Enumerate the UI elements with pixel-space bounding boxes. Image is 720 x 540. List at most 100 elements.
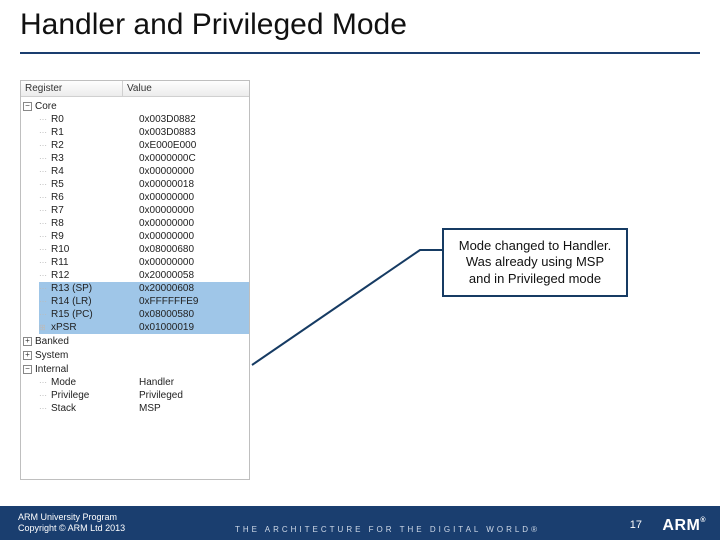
register-value: 0x00000000	[133, 231, 249, 242]
tree-tick-icon: ⋯	[39, 193, 47, 202]
internal-row[interactable]: ⋯StackMSP	[39, 402, 249, 415]
tree-tick-icon: ⋯	[39, 310, 47, 319]
col-header-register[interactable]: Register	[21, 81, 123, 96]
register-value: 0x08000580	[133, 309, 249, 320]
register-value: 0x00000000	[133, 192, 249, 203]
register-row[interactable]: ⋯R40x00000000	[39, 165, 249, 178]
tree-tick-icon: ⋯	[39, 297, 47, 306]
tree-tick-icon: ⋯	[39, 245, 47, 254]
page-number: 17	[630, 519, 642, 531]
tree-tick-icon: ⋯	[39, 141, 47, 150]
register-row[interactable]: ⋯R60x00000000	[39, 191, 249, 204]
register-value: 0x003D0882	[133, 114, 249, 125]
register-row[interactable]: ⋯R14 (LR)0xFFFFFFE9	[39, 295, 249, 308]
tree-tick-icon: ⋯	[39, 128, 47, 137]
tree-tick-icon: ⋯	[39, 378, 47, 387]
register-value: 0x08000680	[133, 244, 249, 255]
col-header-value[interactable]: Value	[123, 81, 249, 96]
register-row[interactable]: ⋯R100x08000680	[39, 243, 249, 256]
register-tree: − Core ⋯R00x003D0882⋯R10x003D0883⋯R20xE0…	[21, 97, 249, 415]
register-name: R10	[49, 244, 133, 255]
arm-logo-text: ARM	[662, 517, 700, 534]
register-row[interactable]: ⋯R90x00000000	[39, 230, 249, 243]
group-core-label: Core	[35, 101, 57, 112]
register-panel: Register Value − Core ⋯R00x003D0882⋯R10x…	[20, 80, 250, 480]
register-row[interactable]: ⋯R110x00000000	[39, 256, 249, 269]
register-value: 0xFFFFFFE9	[133, 296, 249, 307]
footer-line1: ARM University Program	[18, 512, 125, 523]
register-name: R9	[49, 231, 133, 242]
footer-line2: Copyright © ARM Ltd 2013	[18, 523, 125, 534]
group-system-label: System	[35, 350, 68, 361]
slide: Handler and Privileged Mode Register Val…	[0, 0, 720, 540]
register-name: R3	[49, 153, 133, 164]
internal-list: ⋯ModeHandler⋯PrivilegePrivileged⋯StackMS…	[21, 376, 249, 415]
panel-header: Register Value	[21, 81, 249, 97]
register-value: 0x00000000	[133, 257, 249, 268]
tree-tick-icon: ⋯	[39, 219, 47, 228]
register-name: R1	[49, 127, 133, 138]
plus-icon[interactable]: +	[23, 351, 32, 360]
group-internal[interactable]: − Internal	[21, 362, 249, 376]
callout-box: Mode changed to Handler. Was already usi…	[442, 228, 628, 297]
footer-bar: ARM University Program Copyright © ARM L…	[0, 506, 720, 540]
register-row[interactable]: ⊞xPSR0x01000019	[39, 321, 249, 334]
footer-copyright: ARM University Program Copyright © ARM L…	[0, 512, 125, 534]
register-value: 0x01000019	[133, 322, 249, 333]
register-row[interactable]: ⋯R30x0000000C	[39, 152, 249, 165]
tree-tick-icon: ⋯	[39, 232, 47, 241]
tree-tick-icon: ⋯	[39, 258, 47, 267]
tree-tick-icon: ⋯	[39, 154, 47, 163]
register-name: R5	[49, 179, 133, 190]
register-row[interactable]: ⋯R15 (PC)0x08000580	[39, 308, 249, 321]
internal-row[interactable]: ⋯ModeHandler	[39, 376, 249, 389]
register-name: R8	[49, 218, 133, 229]
register-name: R6	[49, 192, 133, 203]
register-row[interactable]: ⋯R80x00000000	[39, 217, 249, 230]
group-banked-label: Banked	[35, 336, 69, 347]
internal-row[interactable]: ⋯PrivilegePrivileged	[39, 389, 249, 402]
tree-tick-icon: ⋯	[39, 206, 47, 215]
register-value: 0x00000000	[133, 205, 249, 216]
arm-logo: ARM®	[662, 517, 706, 535]
group-banked[interactable]: + Banked	[21, 334, 249, 348]
tree-tick-icon: ⋯	[39, 167, 47, 176]
register-row[interactable]: ⋯R70x00000000	[39, 204, 249, 217]
register-value: 0x20000608	[133, 283, 249, 294]
tree-tick-icon: ⋯	[39, 180, 47, 189]
register-row[interactable]: ⋯R00x003D0882	[39, 113, 249, 126]
register-row[interactable]: ⋯R13 (SP)0x20000608	[39, 282, 249, 295]
registered-mark: ®	[700, 517, 706, 524]
register-row[interactable]: ⋯R120x20000058	[39, 269, 249, 282]
minus-icon[interactable]: −	[23, 102, 32, 111]
plus-icon[interactable]: +	[23, 337, 32, 346]
register-name: R14 (LR)	[49, 296, 133, 307]
minus-icon[interactable]: −	[23, 365, 32, 374]
register-name: R0	[49, 114, 133, 125]
tree-tick-icon: ⋯	[39, 391, 47, 400]
register-value: 0x20000058	[133, 270, 249, 281]
group-system[interactable]: + System	[21, 348, 249, 362]
tree-tick-icon: ⋯	[39, 115, 47, 124]
internal-name: Privilege	[49, 390, 133, 401]
register-row[interactable]: ⋯R20xE000E000	[39, 139, 249, 152]
title-divider	[20, 52, 700, 54]
register-value: 0x003D0883	[133, 127, 249, 138]
register-row[interactable]: ⋯R10x003D0883	[39, 126, 249, 139]
plus-icon[interactable]: ⊞	[39, 323, 47, 332]
register-name: R4	[49, 166, 133, 177]
register-value: 0x0000000C	[133, 153, 249, 164]
footer-tagline: THE ARCHITECTURE FOR THE DIGITAL WORLD®	[235, 525, 540, 534]
register-name: R12	[49, 270, 133, 281]
register-value: 0x00000018	[133, 179, 249, 190]
register-name: R15 (PC)	[49, 309, 133, 320]
register-row[interactable]: ⋯R50x00000018	[39, 178, 249, 191]
register-name: R7	[49, 205, 133, 216]
internal-value: MSP	[133, 403, 249, 414]
group-internal-label: Internal	[35, 364, 68, 375]
register-name: R11	[49, 257, 133, 268]
internal-value: Privileged	[133, 390, 249, 401]
register-name: xPSR	[49, 322, 133, 333]
group-core[interactable]: − Core	[21, 99, 249, 113]
core-register-list: ⋯R00x003D0882⋯R10x003D0883⋯R20xE000E000⋯…	[21, 113, 249, 334]
